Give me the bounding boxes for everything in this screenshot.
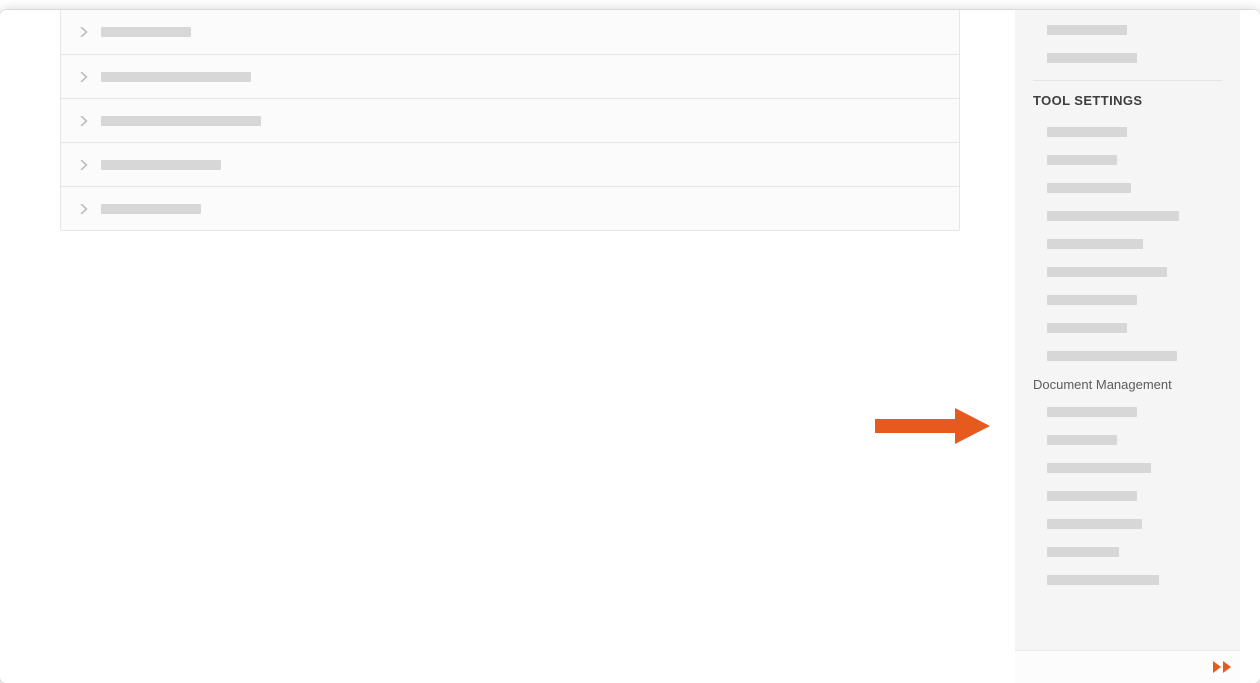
sidebar-item-label — [1047, 211, 1179, 221]
sidebar-item-label — [1047, 183, 1131, 193]
sidebar-item-label — [1047, 407, 1137, 417]
sidebar-item-label — [1047, 575, 1159, 585]
sidebar-item[interactable] — [1033, 202, 1222, 230]
accordion-item[interactable] — [61, 10, 959, 54]
sidebar-item-label — [1047, 127, 1127, 137]
sidebar-item[interactable] — [1033, 566, 1222, 594]
sidebar-item[interactable] — [1033, 258, 1222, 286]
accordion-item-label — [101, 72, 251, 82]
sidebar-divider — [1033, 80, 1222, 81]
fast-forward-icon[interactable] — [1212, 660, 1234, 674]
sidebar-item-label — [1047, 25, 1127, 35]
sidebar-item-label — [1047, 351, 1177, 361]
sidebar-item-label — [1047, 463, 1151, 473]
chevron-right-icon — [79, 204, 89, 214]
sidebar-item-label — [1047, 547, 1119, 557]
sidebar-item[interactable] — [1033, 286, 1222, 314]
sidebar-item-label: Document Management — [1033, 377, 1172, 392]
accordion-item-label — [101, 160, 221, 170]
sidebar-item[interactable] — [1033, 454, 1222, 482]
sidebar-item[interactable] — [1033, 342, 1222, 370]
accordion-item-label — [101, 27, 191, 37]
sidebar-item[interactable] — [1033, 482, 1222, 510]
app-frame: TOOL SETTINGS Document Management — [0, 10, 1260, 683]
sidebar-item[interactable] — [1033, 174, 1222, 202]
sidebar-top-section — [1033, 10, 1222, 72]
accordion-item[interactable] — [61, 142, 959, 186]
accordion-item-label — [101, 204, 201, 214]
sidebar-item-label — [1047, 323, 1127, 333]
sidebar-item[interactable] — [1033, 16, 1222, 44]
sidebar-item[interactable] — [1033, 398, 1222, 426]
sidebar-item[interactable] — [1033, 146, 1222, 174]
sidebar-item-label — [1047, 53, 1137, 63]
chevron-right-icon — [79, 27, 89, 37]
sidebar-item-label — [1047, 491, 1137, 501]
tool-settings-list: Document Management — [1033, 118, 1222, 594]
accordion-item[interactable] — [61, 54, 959, 98]
sidebar-item-document-management[interactable]: Document Management — [1033, 370, 1222, 398]
sidebar-item[interactable] — [1033, 426, 1222, 454]
accordion-list — [60, 10, 960, 231]
chevron-right-icon — [79, 72, 89, 82]
sidebar-item[interactable] — [1033, 44, 1222, 72]
sidebar-item-label — [1047, 267, 1167, 277]
sidebar-item-label — [1047, 295, 1137, 305]
chevron-right-icon — [79, 116, 89, 126]
annotation-arrow — [875, 408, 990, 444]
sidebar-item[interactable] — [1033, 118, 1222, 146]
chevron-right-icon — [79, 160, 89, 170]
tool-settings-heading: TOOL SETTINGS — [1033, 93, 1222, 108]
sidebar-item-label — [1047, 519, 1142, 529]
sidebar-bottom-bar — [1015, 650, 1240, 683]
accordion-item[interactable] — [61, 98, 959, 142]
sidebar-item-label — [1047, 435, 1117, 445]
accordion-item-label — [101, 116, 261, 126]
accordion-item[interactable] — [61, 186, 959, 230]
sidebar-item-label — [1047, 239, 1143, 249]
sidebar-item-label — [1047, 155, 1117, 165]
right-sidebar: TOOL SETTINGS Document Management — [1015, 10, 1240, 650]
sidebar-item[interactable] — [1033, 314, 1222, 342]
main-content — [60, 10, 960, 231]
sidebar-item[interactable] — [1033, 510, 1222, 538]
sidebar-item[interactable] — [1033, 230, 1222, 258]
sidebar-item[interactable] — [1033, 538, 1222, 566]
